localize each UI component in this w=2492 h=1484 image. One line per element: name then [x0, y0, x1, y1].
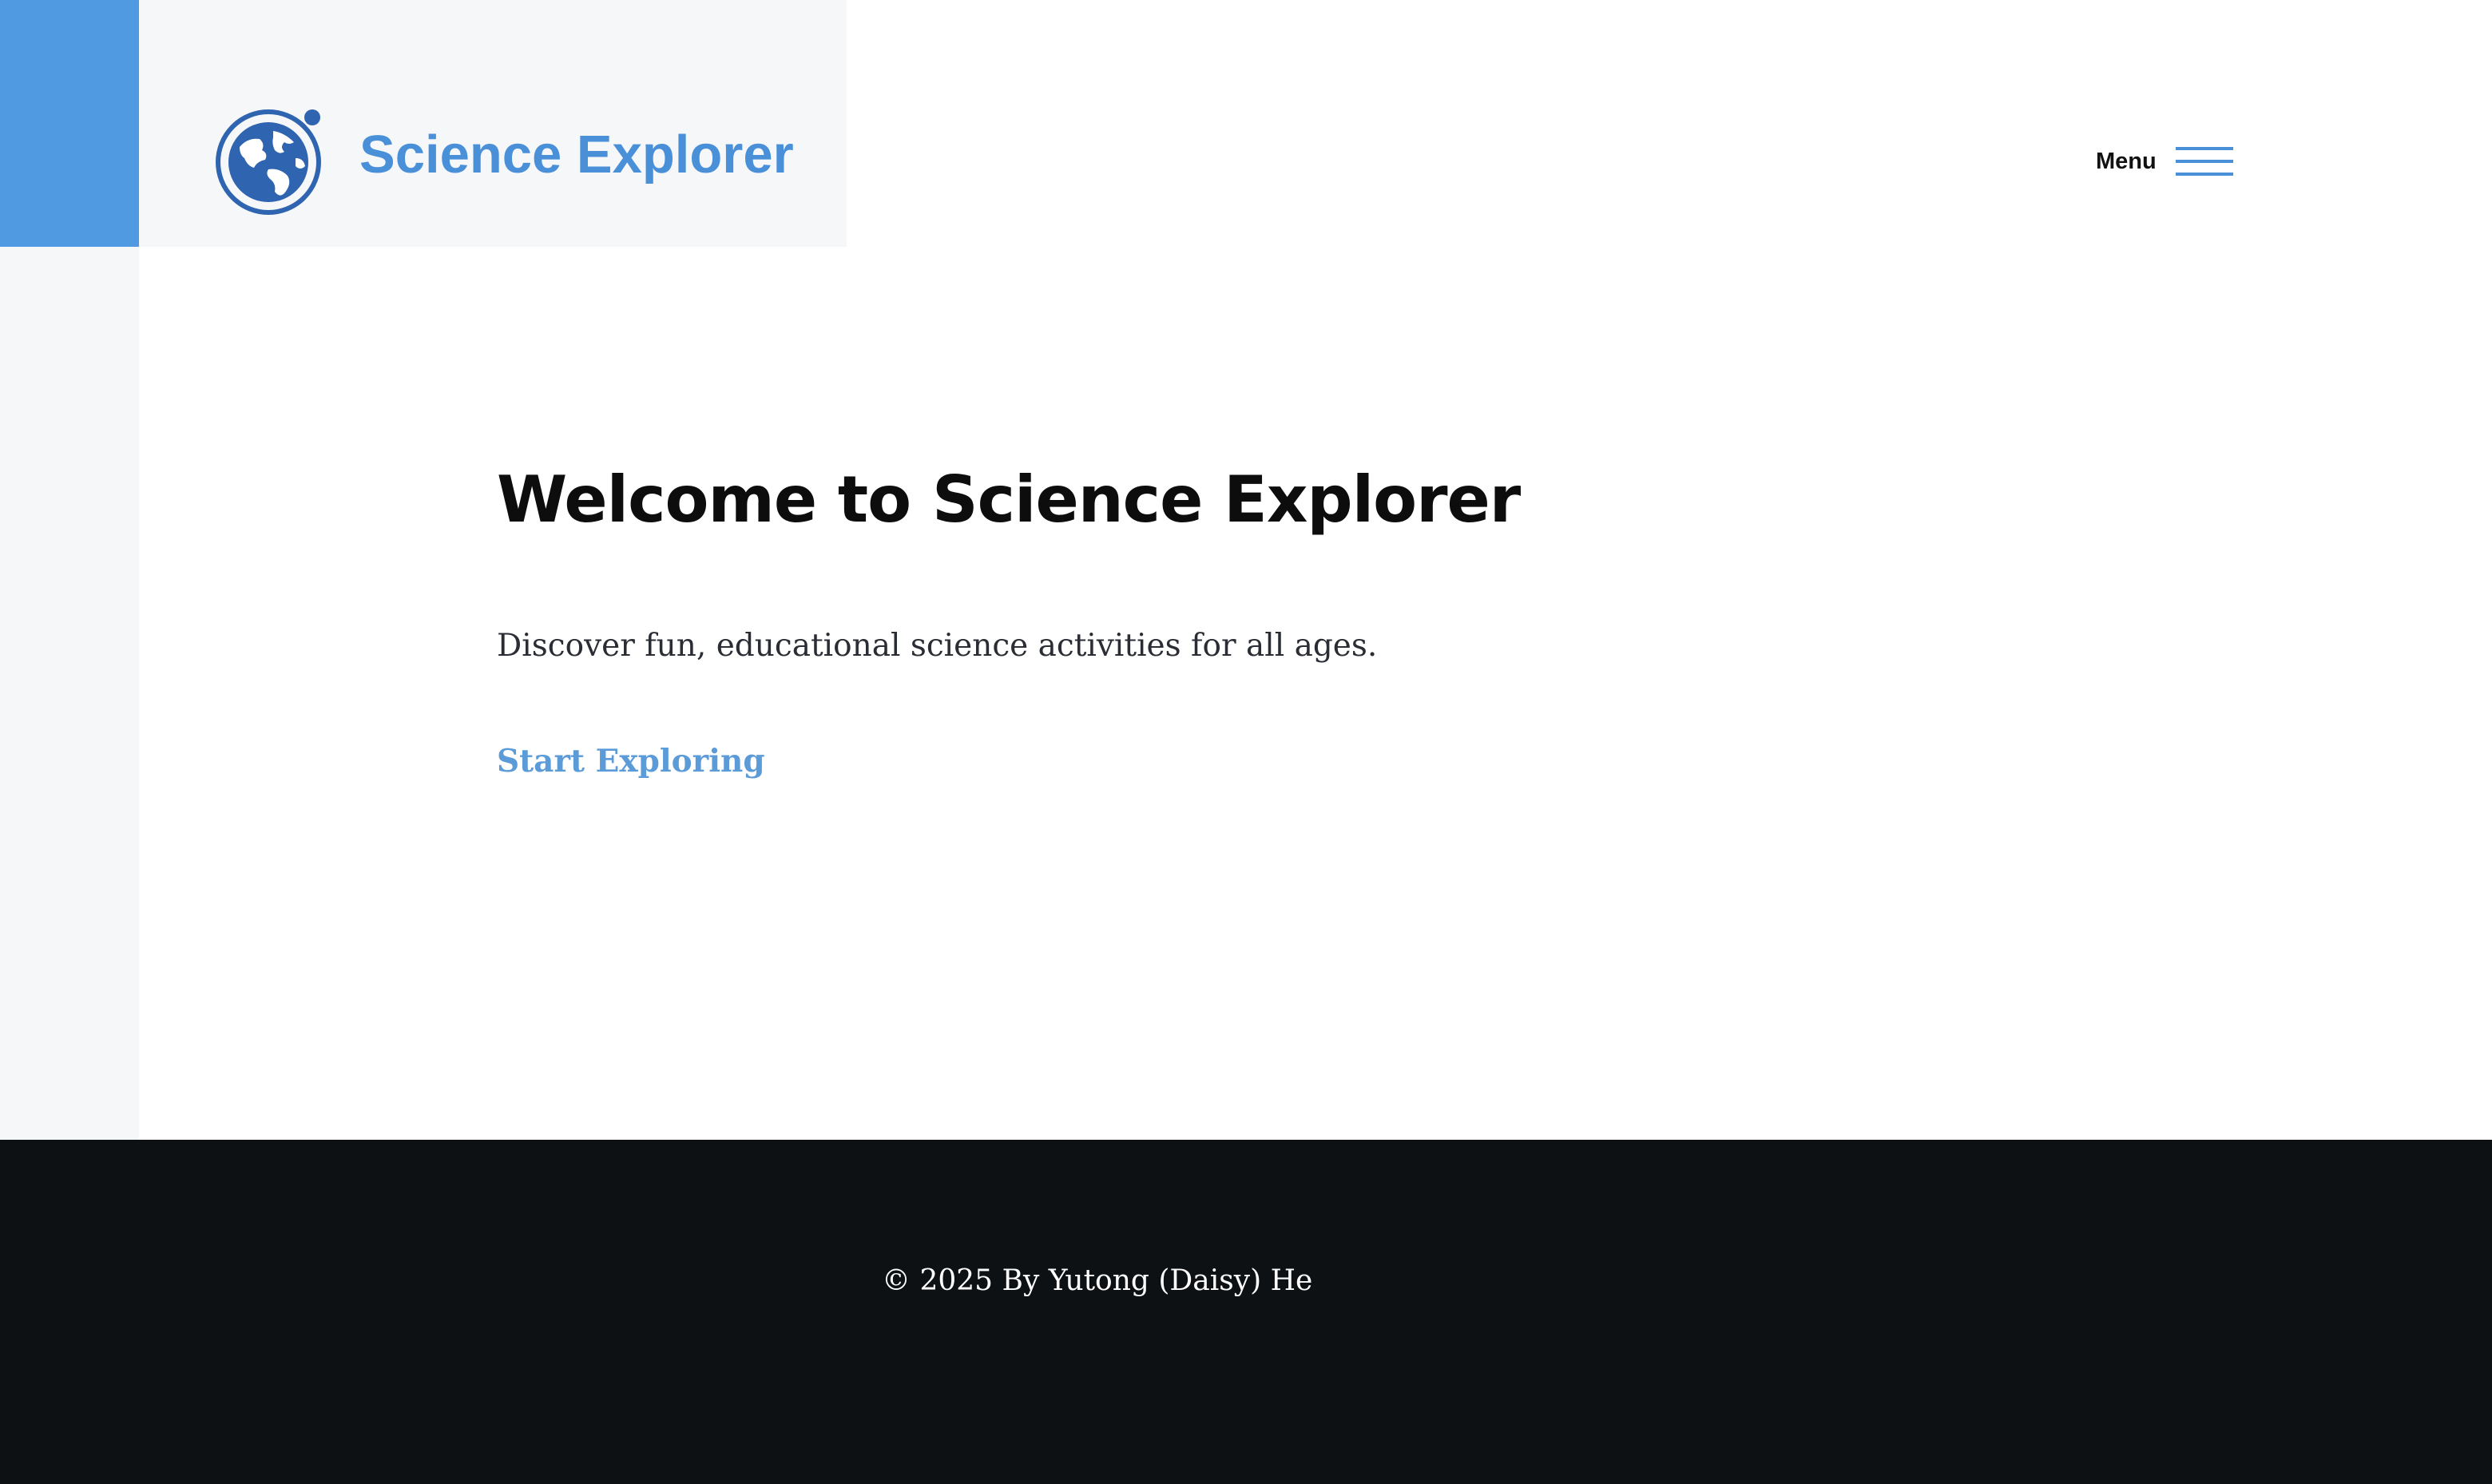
accent-block — [0, 0, 139, 247]
menu-button[interactable]: Menu — [2096, 141, 2233, 182]
site-logo-link[interactable]: Science Explorer — [139, 0, 847, 247]
copyright-text: © 2025 By Yutong (Daisy) He — [882, 1264, 1313, 1297]
menu-label: Menu — [2096, 148, 2157, 174]
footer: © 2025 By Yutong (Daisy) He — [0, 1140, 2492, 1484]
page: Science Explorer Menu Welcome to Science… — [0, 0, 2492, 1484]
hero-description: Discover fun, educational science activi… — [497, 628, 1378, 664]
start-exploring-link[interactable]: Start Exploring — [497, 743, 765, 780]
hamburger-icon — [2175, 145, 2233, 178]
globe-orbit-icon — [216, 109, 321, 215]
page-title: Welcome to Science Explorer — [497, 462, 1521, 537]
brand-name: Science Explorer — [359, 125, 794, 185]
